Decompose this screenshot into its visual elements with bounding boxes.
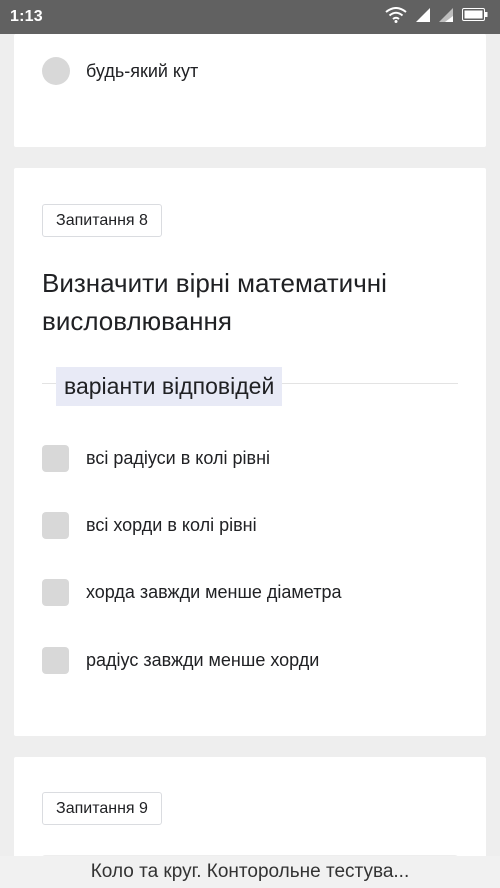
checkbox-option[interactable]: радіус завжди менше хорди <box>42 647 319 674</box>
previous-question-card: будь-який кут <box>14 34 486 147</box>
battery-icon <box>462 8 488 26</box>
signal-icon <box>416 7 430 27</box>
status-time: 1:13 <box>10 8 43 25</box>
checkbox-option[interactable]: хорда завжди менше діаметра <box>42 579 342 606</box>
answer-options-label: варіанти відповідей <box>56 367 283 406</box>
checkbox[interactable] <box>42 579 69 606</box>
question-title: Визначити вірні математичні висловлюванн… <box>42 268 387 336</box>
signal-icon <box>439 7 453 27</box>
option-label: всі хорди в колі рівні <box>86 515 257 535</box>
question-number-badge: Запитання 9 <box>42 792 162 825</box>
checkbox[interactable] <box>42 647 69 674</box>
option-label: радіус завжди менше хорди <box>86 650 320 670</box>
quiz-title-banner: Коло та круг. Конторольне тестува... <box>0 856 500 888</box>
checkbox-option[interactable]: всі хорди в колі рівні <box>42 512 257 539</box>
wifi-icon <box>385 6 407 28</box>
checkbox[interactable] <box>42 512 69 539</box>
option-label: всі радіуси в колі рівні <box>86 448 271 468</box>
question-8-card: Запитання 8 Визначити вірні математичні … <box>14 168 486 736</box>
status-bar: 1:13 <box>0 0 500 34</box>
option-label: хорда завжди менше діаметра <box>86 582 342 602</box>
checkbox-option[interactable]: всі радіуси в колі рівні <box>42 445 270 472</box>
radio-option[interactable]: будь-який кут <box>42 57 198 85</box>
status-icons <box>385 6 488 28</box>
checkbox[interactable] <box>42 445 69 472</box>
option-label: будь-який кут <box>86 60 199 81</box>
radio-button[interactable] <box>42 57 70 85</box>
question-number-badge: Запитання 8 <box>42 204 162 237</box>
